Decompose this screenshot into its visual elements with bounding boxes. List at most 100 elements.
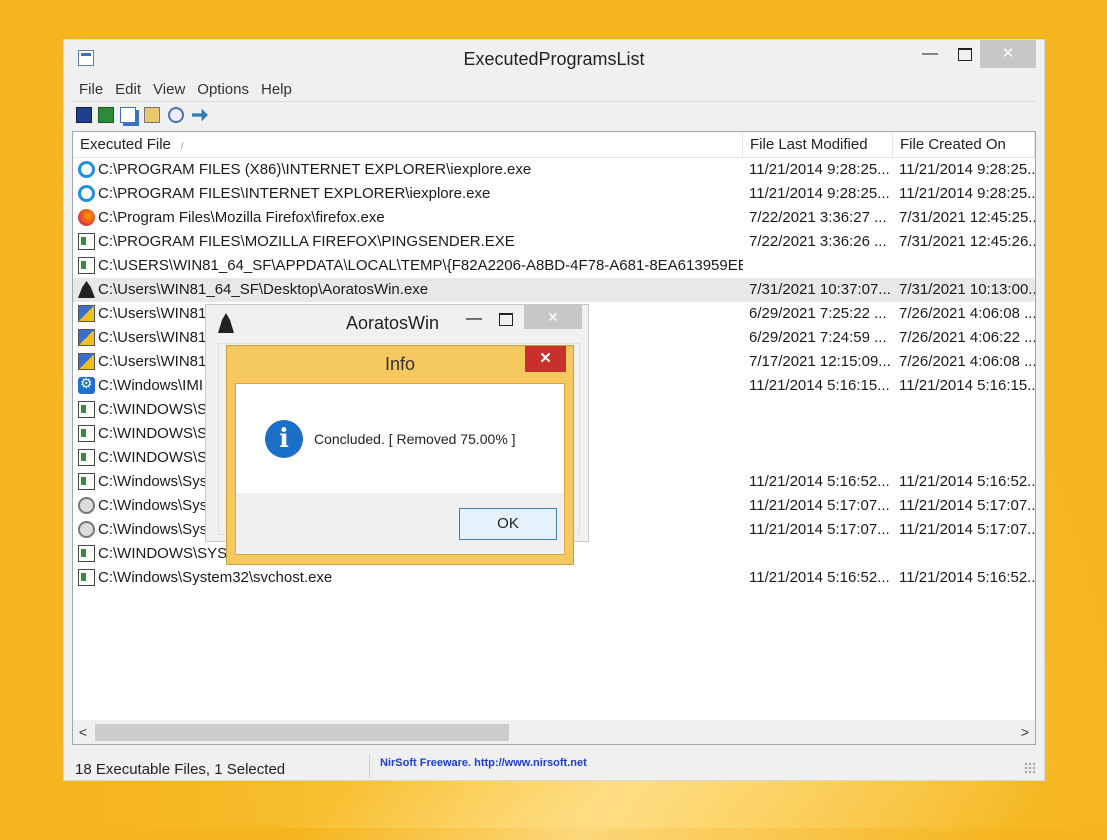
aoratos-maximize-icon <box>499 313 513 326</box>
info-message: Concluded. [ Removed 75.00% ] <box>314 431 516 447</box>
setup-icon <box>78 329 95 346</box>
aoratos-maximize-button[interactable] <box>492 307 520 331</box>
aoratos-minimize-button[interactable]: — <box>460 307 488 331</box>
sort-indicator-icon: / <box>180 141 184 151</box>
last-modified-cell <box>749 422 894 446</box>
executable-icon <box>78 257 95 274</box>
last-modified-cell: 6/29/2021 7:25:22 ... <box>749 305 887 322</box>
executed-file-cell: C:\Program Files\Mozilla Firefox\firefox… <box>98 209 385 226</box>
ok-button[interactable]: OK <box>459 508 557 540</box>
created-on-cell: 11/21/2014 5:16:52... <box>899 473 1036 490</box>
last-modified-cell: 7/22/2021 3:36:26 ... <box>749 233 887 250</box>
table-row[interactable]: C:\PROGRAM FILES\MOZILLA FIREFOX\PINGSEN… <box>73 230 1035 254</box>
info-dialog: Info ✕ i Concluded. [ Removed 75.00% ] O… <box>226 345 574 565</box>
menu-file[interactable]: File <box>72 77 108 98</box>
created-on-cell: 11/21/2014 9:28:25... <box>899 185 1036 202</box>
created-on-cell: 7/31/2021 10:13:00... <box>899 281 1036 298</box>
created-on-cell <box>899 422 1035 446</box>
last-modified-cell: 11/21/2014 9:28:25... <box>749 161 890 178</box>
executed-file-cell: C:\Windows\System32\svchost.exe <box>98 569 333 586</box>
last-modified-cell <box>749 398 894 422</box>
table-row[interactable]: C:\PROGRAM FILES\INTERNET EXPLORER\iexpl… <box>73 182 1035 206</box>
maximize-button[interactable] <box>950 40 980 68</box>
search-icon <box>78 497 95 514</box>
table-row[interactable]: C:\PROGRAM FILES (X86)\INTERNET EXPLORER… <box>73 158 1035 182</box>
info-close-button[interactable]: ✕ <box>525 346 566 372</box>
gear-icon <box>78 375 95 394</box>
created-on-cell: 7/26/2021 4:06:08 ... <box>899 353 1036 370</box>
created-on-cell <box>899 398 1035 422</box>
last-modified-cell: 11/21/2014 5:16:52... <box>749 473 890 490</box>
properties-icon[interactable] <box>144 107 160 123</box>
window-title: ExecutedProgramsList <box>463 49 645 69</box>
last-modified-cell: 7/31/2021 10:37:07... <box>749 281 891 298</box>
menu-bar: File Edit View Options Help <box>72 77 1036 102</box>
resize-grip-icon[interactable] <box>1024 762 1036 774</box>
scrollbar-thumb[interactable] <box>95 724 509 741</box>
created-on-cell: 11/21/2014 9:28:25... <box>899 161 1036 178</box>
column-executed-file[interactable]: Executed File / <box>73 132 743 157</box>
refresh-icon[interactable] <box>98 107 114 123</box>
copy-icon[interactable] <box>120 107 136 123</box>
last-modified-cell: 11/21/2014 5:16:15... <box>749 377 890 394</box>
executable-icon <box>78 401 95 418</box>
aoratos-app-icon <box>218 313 234 333</box>
created-on-cell <box>899 254 1035 278</box>
info-message-area: i Concluded. [ Removed 75.00% ] <box>236 384 564 493</box>
title-bar[interactable]: ExecutedProgramsList — ✕ <box>64 40 1044 76</box>
menu-edit[interactable]: Edit <box>108 77 146 98</box>
maximize-icon <box>958 48 972 61</box>
internet-explorer-icon <box>78 161 95 178</box>
menu-options[interactable]: Options <box>190 77 254 98</box>
minimize-button[interactable]: — <box>910 40 950 68</box>
created-on-cell: 11/21/2014 5:16:52... <box>899 569 1036 586</box>
last-modified-cell: 7/22/2021 3:36:27 ... <box>749 209 887 226</box>
created-on-cell: 7/31/2021 12:45:26... <box>899 233 1036 250</box>
executable-icon <box>78 569 95 586</box>
save-icon[interactable] <box>76 107 92 123</box>
created-on-cell: 7/26/2021 4:06:22 ... <box>899 329 1036 346</box>
executable-icon <box>78 449 95 466</box>
table-row[interactable]: C:\Users\WIN81_64_SF\Desktop\AoratosWin.… <box>73 278 1035 302</box>
table-row[interactable]: C:\USERS\WIN81_64_SF\APPDATA\LOCAL\TEMP\… <box>73 254 1035 278</box>
created-on-cell: 11/21/2014 5:17:07... <box>899 497 1036 514</box>
setup-icon <box>78 305 95 322</box>
table-row[interactable]: C:\Program Files\Mozilla Firefox\firefox… <box>73 206 1035 230</box>
column-file-created-on[interactable]: File Created On <box>893 132 1035 157</box>
exit-icon[interactable] <box>192 108 208 122</box>
nirsoft-link[interactable]: NirSoft Freeware. http://www.nirsoft.net <box>380 757 587 769</box>
search-icon <box>78 521 95 538</box>
firefox-icon <box>78 209 95 226</box>
column-file-last-modified[interactable]: File Last Modified <box>743 132 893 157</box>
scroll-left-icon[interactable]: < <box>73 720 93 744</box>
toolbar <box>72 103 1036 129</box>
find-icon[interactable] <box>168 107 184 123</box>
executed-file-cell: C:\PROGRAM FILES\MOZILLA FIREFOX\PINGSEN… <box>98 233 515 250</box>
last-modified-cell <box>749 446 894 470</box>
scroll-right-icon[interactable]: > <box>1015 720 1035 744</box>
aoratos-close-button[interactable]: ✕ <box>524 305 582 329</box>
internet-explorer-icon <box>78 185 95 202</box>
executable-icon <box>78 473 95 490</box>
menu-help[interactable]: Help <box>254 77 297 98</box>
created-on-cell: 11/21/2014 5:17:07... <box>899 521 1036 538</box>
aoratos-title: AoratosWin <box>346 313 440 333</box>
aoratos-icon <box>78 281 95 298</box>
created-on-cell: 7/31/2021 12:45:25... <box>899 209 1036 226</box>
horizontal-scrollbar[interactable]: < > <box>73 720 1035 744</box>
executed-file-cell: C:\Users\WIN81_64_SF\Desktop\AoratosWin.… <box>98 281 429 298</box>
executable-icon <box>78 425 95 442</box>
information-icon: i <box>265 420 303 458</box>
executed-file-cell: C:\PROGRAM FILES\INTERNET EXPLORER\iexpl… <box>98 185 491 202</box>
close-button[interactable]: ✕ <box>980 40 1036 68</box>
status-divider <box>369 754 370 778</box>
executable-icon <box>78 233 95 250</box>
created-on-cell <box>899 542 1035 566</box>
menu-view[interactable]: View <box>146 77 190 98</box>
executed-file-cell: C:\PROGRAM FILES (X86)\INTERNET EXPLORER… <box>98 161 532 178</box>
table-row[interactable]: C:\Windows\System32\svchost.exe 11/21/201… <box>73 566 1035 590</box>
last-modified-cell <box>749 254 894 278</box>
created-on-cell: 11/21/2014 5:16:15... <box>899 377 1036 394</box>
executed-file-cell: C:\USERS\WIN81_64_SF\APPDATA\LOCAL\TEMP\… <box>98 257 743 274</box>
last-modified-cell: 6/29/2021 7:24:59 ... <box>749 329 887 346</box>
